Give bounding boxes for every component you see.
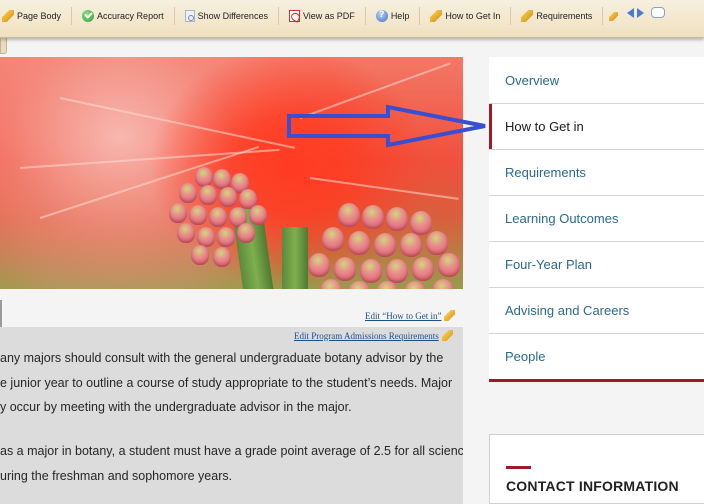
toolbar-divider — [277, 7, 279, 25]
toolbar-divider — [173, 7, 175, 25]
toolbar-label: Show Differences — [197, 11, 268, 21]
toolbar-accuracy-report-button[interactable]: Accuracy Report — [82, 7, 164, 25]
section-nav: Overview How to Get in Requirements Lear… — [489, 57, 704, 382]
toolbar-help-button[interactable]: Help — [375, 7, 410, 25]
pencil-icon — [430, 10, 443, 22]
nav-item-learning-outcomes[interactable]: Learning Outcomes — [489, 195, 704, 241]
nav-item-people[interactable]: People — [489, 333, 704, 379]
toolbar-divider — [510, 7, 512, 25]
contact-information-box: CONTACT INFORMATION — [489, 434, 704, 504]
pencil-icon — [441, 330, 453, 341]
toolbar-divider — [71, 7, 73, 25]
hero-image — [0, 57, 463, 289]
edit-how-to-get-in-link[interactable]: Edit “How to Get in” — [365, 310, 456, 321]
toolbar-divider — [364, 7, 366, 25]
pencil-icon — [609, 11, 619, 21]
contact-heading: CONTACT INFORMATION — [506, 478, 679, 494]
pencil-icon — [521, 10, 534, 22]
edit-program-admissions-link[interactable]: Edit Program Admissions Requirements — [294, 330, 453, 341]
next-arrow-icon[interactable] — [637, 7, 645, 18]
bud-cluster — [298, 197, 463, 289]
content-line: as a major in botany, a student must hav… — [0, 444, 463, 458]
toolbar-show-differences-button[interactable]: Show Differences — [184, 7, 268, 25]
content-paragraph: any majors should consult with the gener… — [0, 346, 452, 420]
toolbar-label: Requirements — [536, 11, 593, 21]
prev-arrow-icon[interactable] — [627, 7, 635, 18]
document-compare-icon — [184, 10, 195, 22]
accent-rule — [506, 466, 531, 469]
check-circle-icon — [82, 10, 95, 22]
editable-content-region[interactable]: Edit Program Admissions Requirements any… — [0, 327, 463, 504]
content-line: uring the freshman and sophomore years. — [0, 468, 233, 483]
pdf-icon — [288, 10, 300, 22]
comments-icon[interactable] — [651, 7, 666, 18]
toolbar-how-to-get-in-button[interactable]: How to Get In — [430, 7, 500, 25]
toolbar-page-body-button[interactable]: Page Body — [2, 7, 61, 25]
nav-item-requirements[interactable]: Requirements — [489, 149, 704, 195]
toolbar-label: Accuracy Report — [97, 11, 164, 21]
toolbar-view-as-pdf-button[interactable]: View as PDF — [288, 7, 355, 25]
help-icon — [375, 9, 388, 22]
nav-item-advising-and-careers[interactable]: Advising and Careers — [489, 287, 704, 333]
content-line: e junior year to outline a course of stu… — [0, 375, 453, 390]
toolbar-overflow-button[interactable] — [609, 7, 621, 25]
nav-item-how-to-get-in[interactable]: How to Get in — [489, 103, 704, 149]
toolbar-divider — [419, 7, 421, 25]
pencil-icon — [2, 10, 14, 22]
edit-link-label: Edit “How to Get in” — [365, 310, 442, 321]
content-line: any majors should consult with the gener… — [0, 351, 444, 365]
edit-link-label: Edit Program Admissions Requirements — [294, 330, 439, 341]
toolbar-tab-handle[interactable] — [0, 38, 7, 54]
bud-cluster — [165, 167, 280, 267]
toolbar-nav — [627, 7, 666, 18]
content-paragraph: as a major in botany, a student must hav… — [0, 439, 463, 488]
toolbar-divider — [602, 7, 604, 25]
toolbar-label: Page Body — [17, 11, 62, 21]
annotation-arrow-icon — [287, 104, 486, 148]
pencil-icon — [444, 310, 456, 321]
editor-toolbar: Page Body Accuracy Report Show Differenc… — [0, 0, 704, 38]
nav-item-overview[interactable]: Overview — [489, 57, 704, 103]
nav-item-four-year-plan[interactable]: Four-Year Plan — [489, 241, 704, 287]
content-line: y occur by meeting with the undergraduat… — [0, 400, 352, 414]
toolbar-label: View as PDF — [302, 11, 355, 21]
toolbar-requirements-button[interactable]: Requirements — [521, 7, 592, 25]
toolbar-label: How to Get In — [445, 11, 501, 21]
toolbar-label: Help — [390, 11, 410, 21]
